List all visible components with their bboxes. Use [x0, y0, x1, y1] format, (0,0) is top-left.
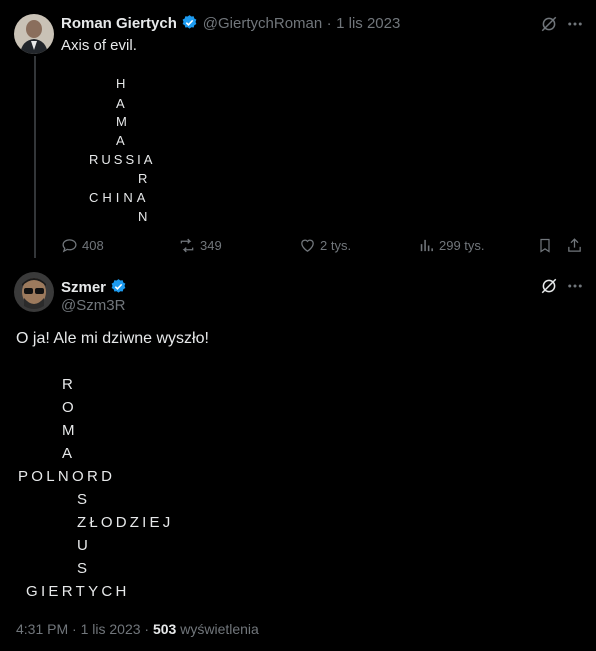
puzzle2-word-polnord: POLNORD: [18, 468, 116, 485]
tweet2-views-label: wyświetlenia: [180, 621, 259, 637]
more-icon[interactable]: [566, 15, 584, 33]
thread-line: [34, 56, 36, 258]
puzzle1-letter: H: [116, 76, 126, 91]
puzzle2-letter: U: [77, 537, 88, 554]
tweet1-author-name[interactable]: Roman Giertych: [61, 15, 177, 32]
verified-badge-icon: [112, 279, 126, 293]
tweet2-handle[interactable]: @Szm3R: [61, 297, 125, 314]
tweet2-name-row: Szmer: [61, 278, 127, 297]
puzzle1-letter: R: [138, 171, 148, 186]
views-count: 299 tys.: [439, 238, 485, 253]
puzzle1-letter: A: [116, 96, 125, 111]
tweet1-header: Roman Giertych @GiertychRoman · 1 lis 20…: [61, 14, 400, 33]
grok-icon[interactable]: [540, 15, 558, 33]
tweet2-meta-separator: ·: [144, 621, 150, 637]
puzzle1-letter: A: [116, 133, 125, 148]
bookmark-icon[interactable]: [537, 237, 553, 254]
reply-icon: [62, 239, 77, 253]
puzzle1-word-china: CHINA: [89, 190, 150, 205]
repost-icon: [180, 238, 194, 253]
tweet1-separator: ·: [326, 15, 332, 32]
tweet1-text: Axis of evil.: [61, 37, 137, 54]
tweet2-author-name[interactable]: Szmer: [61, 279, 106, 296]
puzzle2-letter: M: [62, 422, 75, 439]
puzzle1-letter: N: [138, 209, 148, 224]
views-icon: [420, 239, 433, 252]
puzzle1-letter: M: [116, 114, 127, 129]
tweet2-meta-separator: ·: [72, 621, 77, 637]
share-icon[interactable]: [566, 237, 583, 254]
views-button[interactable]: 299 tys.: [418, 237, 485, 254]
verified-badge-icon: [182, 15, 197, 29]
puzzle2-letter: O: [62, 399, 74, 416]
tweet2-date[interactable]: 1 lis 2023: [81, 621, 141, 637]
reply-count: 408: [82, 238, 104, 253]
grok-icon[interactable]: [540, 277, 558, 295]
tweet1-date[interactable]: 1 lis 2023: [336, 15, 400, 32]
puzzle2-word-zlodziej: ZŁODZIEJ: [77, 514, 174, 531]
repost-count: 349: [200, 238, 222, 253]
tweet2-time[interactable]: 4:31 PM: [16, 621, 68, 637]
avatar-szmer[interactable]: [14, 272, 54, 312]
puzzle2-letter: R: [62, 376, 73, 393]
more-icon[interactable]: [566, 277, 584, 295]
reply-button[interactable]: 408: [61, 237, 104, 254]
avatar-roman-giertych[interactable]: [14, 14, 54, 54]
repost-button[interactable]: 349: [178, 237, 222, 254]
puzzle2-letter: S: [77, 560, 88, 577]
puzzle2-letter: S: [77, 491, 88, 508]
puzzle2-letter: A: [62, 445, 73, 462]
like-icon: [301, 239, 314, 252]
tweet2-views-count: 503: [152, 621, 177, 637]
puzzle1-word-russia: RUSSIA: [89, 152, 156, 167]
tweet1-handle[interactable]: @GiertychRoman: [203, 15, 322, 32]
tweet2-text: O ja! Ale mi dziwne wyszło!: [16, 330, 209, 347]
like-button[interactable]: 2 tys.: [299, 237, 351, 254]
tweet2-meta: 4:31 PM · 1 lis 2023 · 503 wyświetlenia: [16, 621, 259, 637]
puzzle2-word-giertych: GIERTYCH: [26, 583, 130, 600]
like-count: 2 tys.: [320, 238, 352, 253]
